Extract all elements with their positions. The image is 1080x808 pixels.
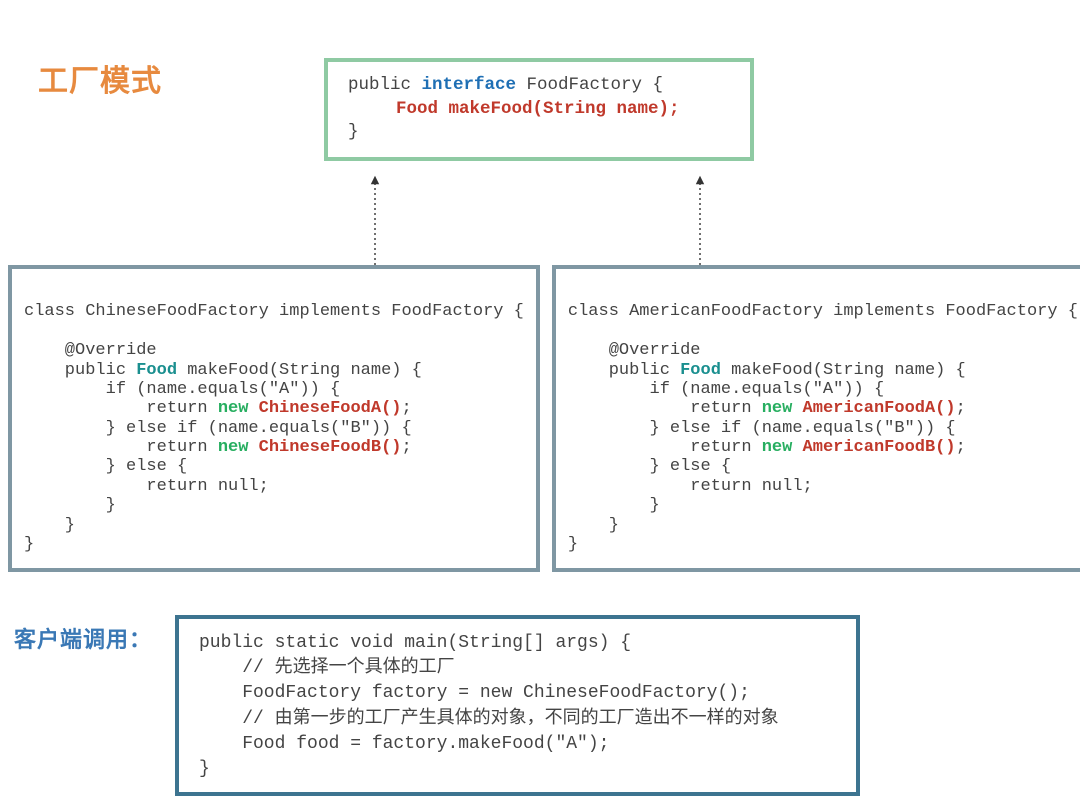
code-line: } [348,121,730,145]
code-line: if (name.equals("A")) { [568,380,884,399]
code-line: } [568,496,660,515]
keyword-new: new [762,438,803,457]
code-text: ; [401,438,411,457]
american-factory-code-box: class AmericanFoodFactory implements Foo… [552,265,1080,572]
code-line: } [24,496,116,515]
code-line: Food food = factory.makeFood("A"); [199,732,836,757]
code-line: } [199,757,836,782]
code-line: } [24,516,75,535]
code-text: makeFood(String name) { [721,361,966,380]
code-line: } else if (name.equals("B")) { [568,419,956,438]
code-text: return [568,438,762,457]
implementation-row: class ChineseFoodFactory implements Food… [8,265,1072,572]
code-text: ; [956,399,966,418]
code-line: } else if (name.equals("B")) { [24,419,412,438]
code-text: ; [956,438,966,457]
code-line: if (name.equals("A")) { [24,380,340,399]
code-line: // 先选择一个具体的工厂 [199,656,836,681]
method-signature: Food makeFood(String name); [396,99,680,119]
chinese-factory-code-box: class ChineseFoodFactory implements Food… [8,265,540,572]
code-text: ; [401,399,411,418]
code-line: // 由第一步的工厂产生具体的对象，不同的工厂造出不一样的对象 [199,707,836,732]
code-line: return null; [24,477,269,496]
return-type: Food [680,361,721,380]
code-text: FoodFactory { [516,75,663,95]
code-text: public [568,361,680,380]
keyword-new: new [762,399,803,418]
constructor-call: AmericanFoodA() [803,399,956,418]
code-line: } [24,535,34,554]
client-call-label: 客户端调用： [14,622,152,654]
code-line: @Override [568,341,701,360]
constructor-call: AmericanFoodB() [803,438,956,457]
code-line: } [568,516,619,535]
code-text: return [568,399,762,418]
code-line: public interface FoodFactory { [348,74,730,98]
code-line: } [568,535,578,554]
keyword-new: new [218,438,259,457]
code-line: public Food makeFood(String name) { [568,361,966,380]
code-line: return new AmericanFoodA(); [568,399,966,418]
code-text: return [24,438,218,457]
keyword-interface: interface [422,75,517,95]
return-type: Food [136,361,177,380]
code-line: Food makeFood(String name); [348,98,730,122]
code-line: @Override [24,341,157,360]
client-code-box: public static void main(String[] args) {… [175,615,860,796]
code-line: } else { [24,457,187,476]
constructor-call: ChineseFoodA() [259,399,402,418]
code-text: makeFood(String name) { [177,361,422,380]
code-line: public Food makeFood(String name) { [24,361,422,380]
code-line: public static void main(String[] args) { [199,631,836,656]
code-line: return new ChineseFoodA(); [24,399,412,418]
code-text: public [348,75,422,95]
code-text: public [24,361,136,380]
code-line: class AmericanFoodFactory implements Foo… [568,302,1078,321]
code-line: return new ChineseFoodB(); [24,438,412,457]
code-text: return [24,399,218,418]
code-line: } else { [568,457,731,476]
constructor-call: ChineseFoodB() [259,438,402,457]
code-line: FoodFactory factory = new ChineseFoodFac… [199,681,836,706]
keyword-new: new [218,399,259,418]
code-line: return new AmericanFoodB(); [568,438,966,457]
diagram-title: 工厂模式 [38,56,162,100]
interface-code-box: public interface FoodFactory { Food make… [324,58,754,161]
code-line: class ChineseFoodFactory implements Food… [24,302,524,321]
code-line: return null; [568,477,813,496]
